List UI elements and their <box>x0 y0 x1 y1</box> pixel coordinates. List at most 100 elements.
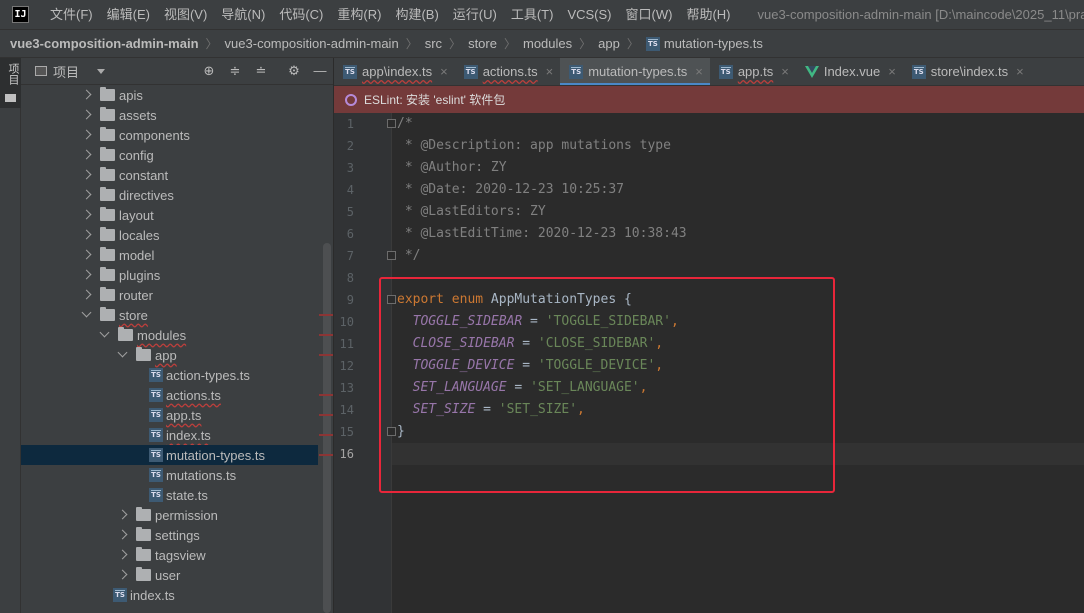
tree-folder[interactable]: user <box>21 565 333 585</box>
chevron-right-icon[interactable] <box>82 250 92 260</box>
chevron-right-icon[interactable] <box>82 190 92 200</box>
chevron-right-icon[interactable] <box>82 270 92 280</box>
tree-file[interactable]: TS mutations.ts <box>21 465 333 485</box>
code-line[interactable]: /* <box>397 113 413 135</box>
close-icon[interactable]: × <box>1016 64 1024 79</box>
tree-folder[interactable]: directives <box>21 185 333 205</box>
code-line[interactable]: */ <box>397 245 421 267</box>
menu-item[interactable]: 文件(F) <box>43 0 100 29</box>
tree-folder[interactable]: components <box>21 125 333 145</box>
breadcrumb-item[interactable]: modules <box>523 36 572 51</box>
tree-file[interactable]: TS app.ts <box>21 405 333 425</box>
gear-icon[interactable]: ⚙ <box>287 64 301 78</box>
menu-item[interactable]: 视图(V) <box>157 0 214 29</box>
code-token: @LastEditTime <box>420 226 523 241</box>
editor-tab[interactable]: TS store\index.ts × <box>903 58 1031 85</box>
breadcrumb-item[interactable]: TS mutation-types.ts <box>645 35 763 52</box>
tree-file[interactable]: TS action-types.ts <box>21 365 333 385</box>
tree-item-label: router <box>119 287 153 303</box>
chevron-right-icon[interactable] <box>82 150 92 160</box>
fold-icon[interactable] <box>387 119 396 128</box>
expand-all-icon[interactable]: ≑ <box>228 64 242 78</box>
chevron-down-icon[interactable] <box>100 330 110 340</box>
tree-folder[interactable]: model <box>21 245 333 265</box>
chevron-right-icon[interactable] <box>118 530 128 540</box>
collapse-all-icon[interactable]: ≐ <box>254 64 268 78</box>
editor-tab[interactable]: TS mutation-types.ts × <box>560 58 710 85</box>
fold-icon[interactable] <box>387 251 396 260</box>
chevron-right-icon[interactable] <box>82 230 92 240</box>
editor-tab[interactable]: Index.vue × <box>796 58 903 85</box>
editor-tab[interactable]: TS app.ts × <box>710 58 796 85</box>
code-line[interactable]: * @Description: app mutations type <box>397 135 671 157</box>
close-icon[interactable]: × <box>781 64 789 79</box>
tree-folder[interactable]: assets <box>21 105 333 125</box>
line-number: 4 <box>346 183 354 197</box>
tree-folder[interactable]: app <box>21 345 333 365</box>
tree-folder[interactable]: modules <box>21 325 333 345</box>
tree-folder[interactable]: plugins <box>21 265 333 285</box>
chevron-down-icon[interactable] <box>97 68 106 74</box>
tree-scrollbar[interactable] <box>323 243 331 613</box>
editor-tab[interactable]: TS actions.ts × <box>455 58 561 85</box>
tree-folder[interactable]: settings <box>21 525 333 545</box>
tree-folder[interactable]: store <box>21 305 333 325</box>
editor-tab[interactable]: TS app\index.ts × <box>334 58 455 85</box>
tree-file[interactable]: TS actions.ts <box>21 385 333 405</box>
minimize-icon[interactable]: — <box>313 64 327 78</box>
tree-file[interactable]: TS index.ts <box>21 585 333 605</box>
chevron-right-icon[interactable] <box>118 550 128 560</box>
breadcrumb-item[interactable]: app <box>598 36 620 51</box>
menu-item[interactable]: 工具(T) <box>504 0 561 29</box>
breadcrumb-item[interactable]: vue3-composition-admin-main <box>10 36 199 51</box>
code-line[interactable]: * @LastEditTime: 2020-12-23 10:38:43 <box>397 223 687 245</box>
tree-folder[interactable]: tagsview <box>21 545 333 565</box>
tree-folder[interactable]: config <box>21 145 333 165</box>
tree-file[interactable]: TS state.ts <box>21 485 333 505</box>
close-icon[interactable]: × <box>888 64 896 79</box>
breadcrumb-item[interactable]: src <box>425 36 442 51</box>
chevron-down-icon[interactable] <box>118 350 128 360</box>
menu-item[interactable]: 导航(N) <box>214 0 272 29</box>
code-line[interactable]: * @LastEditors: ZY <box>397 201 546 223</box>
menu-item[interactable]: 帮助(H) <box>679 0 737 29</box>
tree-folder[interactable]: router <box>21 285 333 305</box>
tree-file[interactable]: TS index.ts <box>21 425 333 445</box>
close-icon[interactable]: × <box>546 64 554 79</box>
tree-folder[interactable]: constant <box>21 165 333 185</box>
tree-folder[interactable]: permission <box>21 505 333 525</box>
chevron-right-icon[interactable] <box>118 570 128 580</box>
eslint-notification-banner[interactable]: ESLint: 安装 'eslint' 软件包 <box>334 86 1084 113</box>
chevron-right-icon[interactable] <box>82 90 92 100</box>
breadcrumb-item[interactable]: store <box>468 36 497 51</box>
project-view-selector[interactable]: 项目 <box>53 62 79 81</box>
menu-item[interactable]: 构建(B) <box>388 0 445 29</box>
chevron-right-icon[interactable] <box>82 210 92 220</box>
chevron-right-icon[interactable] <box>82 130 92 140</box>
code-line[interactable]: * @Date: 2020-12-23 10:25:37 <box>397 179 624 201</box>
error-marker <box>319 314 333 316</box>
menu-item[interactable]: 代码(C) <box>272 0 330 29</box>
menu-item[interactable]: VCS(S) <box>560 0 618 29</box>
tree-folder[interactable]: layout <box>21 205 333 225</box>
chevron-right-icon[interactable] <box>118 510 128 520</box>
tree-folder[interactable]: apis <box>21 85 333 105</box>
project-tool-button[interactable]: 项目 <box>0 58 21 108</box>
breadcrumb-label: mutation-types.ts <box>663 35 763 51</box>
chevron-right-icon[interactable] <box>82 110 92 120</box>
tree-file[interactable]: TS mutation-types.ts <box>21 445 318 465</box>
code-token: * <box>397 226 421 241</box>
chevron-right-icon[interactable] <box>82 170 92 180</box>
tree-folder[interactable]: locales <box>21 225 333 245</box>
chevron-down-icon[interactable] <box>82 310 92 320</box>
code-line[interactable]: * @Author: ZY <box>397 157 507 179</box>
menu-item[interactable]: 窗口(W) <box>619 0 680 29</box>
breadcrumb-item[interactable]: vue3-composition-admin-main <box>225 36 399 51</box>
close-icon[interactable]: × <box>695 64 703 79</box>
chevron-right-icon[interactable] <box>82 290 92 300</box>
close-icon[interactable]: × <box>440 64 448 79</box>
locate-icon[interactable]: ⊕ <box>202 64 216 78</box>
menu-item[interactable]: 编辑(E) <box>100 0 157 29</box>
menu-item[interactable]: 重构(R) <box>330 0 388 29</box>
menu-item[interactable]: 运行(U) <box>446 0 504 29</box>
